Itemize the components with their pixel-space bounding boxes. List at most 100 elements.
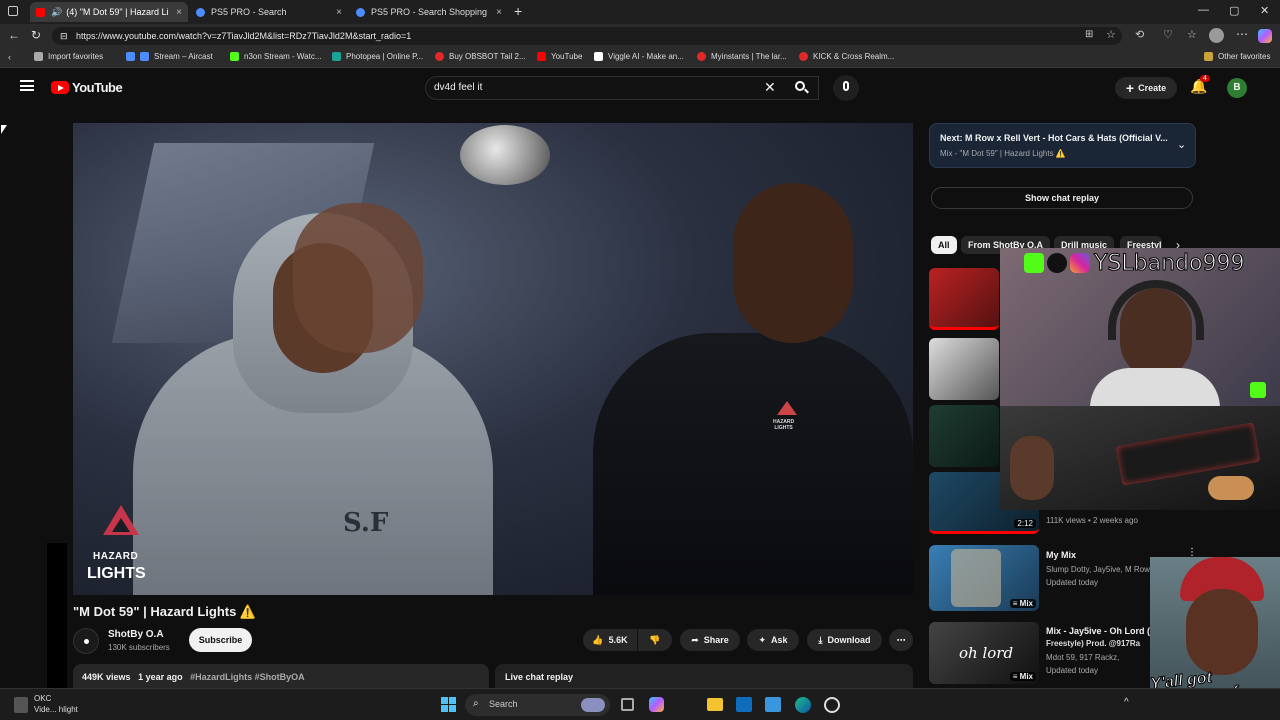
show-chat-label: Show chat replay bbox=[1024, 193, 1100, 203]
bookmark-n3on-stream[interactable]: n3on Stream - Watc... bbox=[230, 52, 322, 61]
outlook-icon[interactable] bbox=[736, 697, 752, 712]
profile-avatar-icon[interactable] bbox=[1209, 28, 1224, 43]
bookmark-stream-aircast[interactable]: Stream – Aircast bbox=[126, 52, 213, 61]
minimize-button[interactable]: — bbox=[1198, 4, 1209, 16]
url-field[interactable]: ⊟ https://www.youtube.com/watch?v=z7Tiav… bbox=[52, 27, 1122, 45]
bookmark-import-favorites[interactable]: Import favorites bbox=[34, 52, 103, 61]
create-button[interactable]: + Create bbox=[1115, 77, 1177, 99]
live-chat-replay-panel[interactable]: Live chat replay bbox=[495, 664, 913, 688]
other-favorites[interactable]: Other favorites bbox=[1204, 52, 1270, 61]
photopea-icon bbox=[332, 52, 341, 61]
refresh-icon[interactable]: ↻ bbox=[31, 28, 41, 42]
search-button[interactable] bbox=[789, 76, 815, 100]
voice-search-button[interactable] bbox=[833, 75, 859, 101]
search-input[interactable]: dv4d feel it ✕ bbox=[425, 76, 819, 100]
youtube-header: YouTube dv4d feel it ✕ + Create 🔔 4 B bbox=[0, 68, 1280, 108]
like-button[interactable]: 👍 5.6K bbox=[583, 629, 637, 651]
obs-icon[interactable] bbox=[824, 697, 840, 713]
bookmark-youtube[interactable]: YouTube bbox=[537, 52, 582, 61]
hamburger-menu-icon[interactable] bbox=[20, 80, 34, 91]
new-tab-button[interactable]: + bbox=[514, 3, 522, 19]
task-view-icon[interactable] bbox=[621, 698, 634, 711]
recommended-thumbnail-1[interactable] bbox=[929, 268, 999, 330]
dislike-button[interactable]: 👎 bbox=[638, 629, 672, 651]
photos-icon[interactable] bbox=[765, 697, 781, 712]
more-actions-button[interactable]: ⋯ bbox=[889, 629, 913, 651]
tab-ps5-shopping[interactable]: PS5 PRO - Search Shopping × bbox=[350, 2, 508, 22]
up-next-card[interactable]: Next: M Row x Rell Vert - Hot Cars & Hat… bbox=[929, 123, 1196, 168]
expand-chevron-icon[interactable]: ⌄ bbox=[1177, 138, 1186, 151]
windows-start-icon[interactable] bbox=[441, 697, 456, 712]
clear-search-icon[interactable]: ✕ bbox=[764, 79, 776, 96]
jay5ive-mix-thumbnail[interactable]: oh lord ≡ Mix bbox=[929, 622, 1039, 684]
thumbs-up-icon: 👍 bbox=[592, 634, 604, 645]
taskbar-search-placeholder: Search bbox=[489, 699, 518, 709]
channel-name[interactable]: ShotBy O.A bbox=[108, 629, 164, 640]
recommended-thumbnail-3[interactable] bbox=[929, 405, 999, 467]
taskbar-app-thumb[interactable] bbox=[14, 697, 28, 713]
live-chat-label: Live chat replay bbox=[505, 672, 574, 682]
bookmark-obsbot[interactable]: Buy OBSBOT Tail 2... bbox=[435, 52, 526, 61]
bookmark-kick-cross[interactable]: KICK & Cross Realm... bbox=[799, 52, 894, 61]
close-tab-icon[interactable]: × bbox=[336, 7, 342, 18]
back-icon[interactable]: ← bbox=[8, 28, 20, 42]
menu-dots-icon[interactable]: ⋯ bbox=[1236, 27, 1248, 41]
favorites-icon[interactable]: ☆ bbox=[1187, 28, 1197, 41]
recommended-thumbnail-2[interactable] bbox=[929, 338, 999, 400]
streamer-name-banner: YSLbando999 bbox=[1024, 250, 1254, 276]
subscribe-button[interactable]: Subscribe bbox=[189, 628, 252, 652]
site-info-icon[interactable]: ⊟ bbox=[60, 27, 68, 45]
show-chat-replay-button[interactable]: Show chat replay bbox=[931, 187, 1193, 209]
close-window-button[interactable]: ✕ bbox=[1260, 4, 1269, 17]
account-avatar[interactable]: B bbox=[1227, 78, 1247, 98]
extensions-icon[interactable]: ⟲ bbox=[1135, 28, 1144, 41]
bookmark-photopea[interactable]: Photopea | Online P... bbox=[332, 52, 423, 61]
viggle-icon bbox=[594, 52, 603, 61]
edge-icon[interactable] bbox=[795, 697, 811, 713]
taskbar-search-box[interactable]: ⌕ Search bbox=[465, 694, 610, 716]
close-tab-icon[interactable]: × bbox=[496, 7, 502, 18]
file-explorer-icon[interactable] bbox=[707, 698, 723, 711]
aircast-icon bbox=[140, 52, 149, 61]
search-favicon-icon bbox=[356, 7, 365, 17]
jay5ive-mix-title[interactable]: Mix - Jay5ive - Oh Lord (A bbox=[1046, 626, 1150, 636]
my-mix-thumbnail[interactable]: ≡ Mix bbox=[929, 545, 1039, 611]
address-bar-row: ← ↻ ⊟ https://www.youtube.com/watch?v=z7… bbox=[0, 24, 1280, 48]
description-box[interactable]: 449K views 1 year ago #HazardLights #Sho… bbox=[73, 664, 489, 688]
hashtags[interactable]: #HazardLights #ShotByOA bbox=[190, 672, 305, 682]
youtube-play-logo-icon bbox=[51, 81, 69, 94]
close-tab-icon[interactable]: × bbox=[176, 7, 182, 18]
playlist-icon: ≡ bbox=[1012, 599, 1018, 608]
person-left-hands bbox=[293, 203, 423, 353]
favorites-nav-back-icon[interactable]: ‹ bbox=[8, 52, 11, 62]
ask-button[interactable]: ✦ Ask bbox=[747, 629, 799, 651]
notification-badge: 4 bbox=[1200, 75, 1210, 82]
maximize-button[interactable]: ▢ bbox=[1229, 4, 1239, 17]
kick-corner-icon bbox=[1250, 382, 1266, 398]
share-button[interactable]: ➦ Share bbox=[680, 629, 740, 651]
tab-ps5-search[interactable]: PS5 PRO - Search × bbox=[190, 2, 348, 22]
video-player[interactable]: S.F HAZARD LIGHTS HAZARD LIGHTS bbox=[73, 123, 913, 595]
channel-avatar[interactable] bbox=[73, 628, 99, 654]
favorite-star-icon[interactable]: ☆ bbox=[1106, 28, 1116, 41]
more-dots-icon: ⋯ bbox=[896, 634, 906, 645]
my-mix-title[interactable]: My Mix bbox=[1046, 550, 1076, 560]
browser-essentials-icon[interactable]: ♡ bbox=[1163, 28, 1173, 41]
copilot-taskbar-icon[interactable] bbox=[649, 697, 664, 712]
youtube-logo[interactable]: YouTube bbox=[51, 80, 123, 95]
tab-youtube[interactable]: 🔊 (4) "M Dot 59" | Hazard Light × bbox=[30, 2, 188, 22]
video-title: "M Dot 59" | Hazard Lights ⚠️ bbox=[73, 604, 257, 619]
bookmark-viggle[interactable]: Viggle AI - Make an... bbox=[594, 52, 684, 61]
obsbot-icon bbox=[435, 52, 444, 61]
left-overlay-strip bbox=[47, 543, 67, 688]
browser-tab-bar: 🔊 (4) "M Dot 59" | Hazard Light × PS5 PR… bbox=[0, 0, 1280, 24]
speaker-icon[interactable]: 🔊 bbox=[51, 7, 62, 18]
chip-all[interactable]: All bbox=[931, 236, 957, 254]
copilot-icon[interactable] bbox=[1258, 29, 1272, 43]
notifications-button[interactable]: 🔔 4 bbox=[1190, 75, 1210, 98]
tab-actions-icon[interactable] bbox=[8, 6, 18, 16]
bookmark-myinstants[interactable]: Myinstants | The lar... bbox=[697, 52, 787, 61]
app-available-icon[interactable]: ⊞ bbox=[1085, 29, 1093, 40]
download-button[interactable]: ⤓ Download bbox=[807, 629, 882, 651]
show-hidden-icons[interactable]: ^ bbox=[1124, 697, 1129, 708]
